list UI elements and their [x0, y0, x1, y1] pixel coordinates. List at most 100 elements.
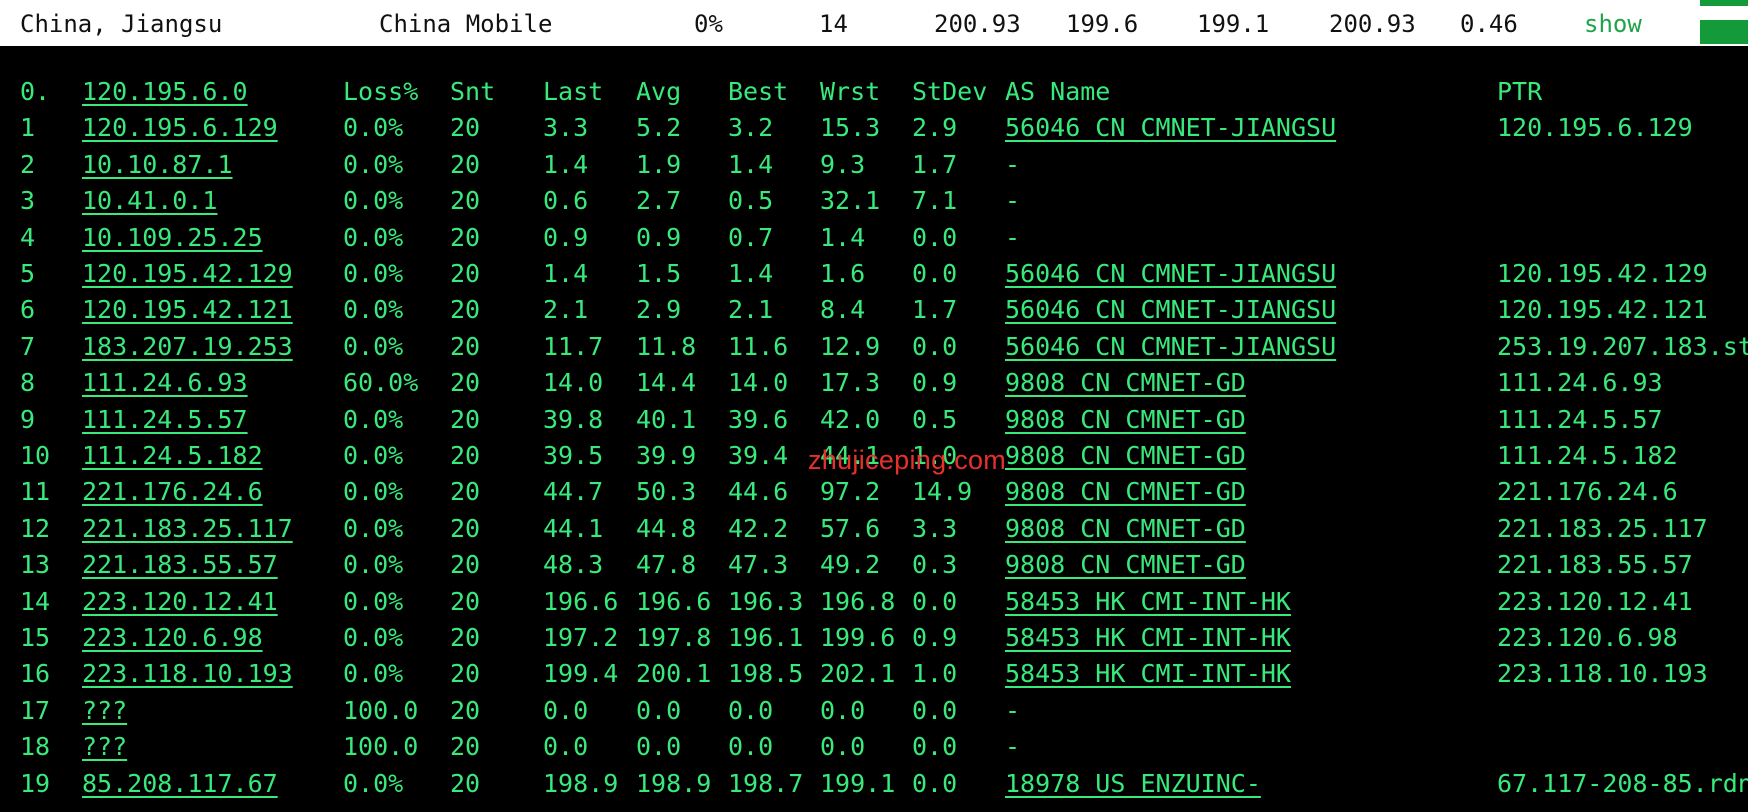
- row-loss: 0.0%: [343, 113, 404, 143]
- row-loss: 0.0%: [343, 586, 404, 616]
- header-as-name: AS Name: [1005, 77, 1111, 106]
- row-loss: 0.0%: [343, 550, 404, 580]
- row-ptr: 111.24.5.57: [1497, 404, 1663, 434]
- row-avg: 0.9: [636, 222, 682, 252]
- row-hop: 17: [20, 695, 51, 725]
- header-host[interactable]: 120.195.6.0: [82, 76, 248, 108]
- row-stdev: 7.1: [912, 186, 958, 216]
- row-wrst: 49.2: [820, 550, 881, 580]
- row-snt: 20: [450, 149, 481, 179]
- row-ptr: 120.195.42.129: [1497, 259, 1708, 288]
- row-snt: 20: [450, 295, 481, 325]
- row-as-name[interactable]: 58453 HK CMI-INT-HK: [1005, 586, 1291, 618]
- row-as-name[interactable]: 9808 CN CMNET-GD: [1005, 476, 1246, 508]
- row-as-name[interactable]: 56046 CN CMNET-JIANGSU: [1005, 112, 1336, 144]
- row-snt: 20: [450, 186, 481, 216]
- row-as-name[interactable]: 58453 HK CMI-INT-HK: [1005, 622, 1291, 654]
- row-loss: 0.0%: [343, 331, 404, 361]
- row-snt: 20: [450, 259, 481, 288]
- row-stdev: 1.7: [912, 295, 958, 325]
- row-as-name[interactable]: 9808 CN CMNET-GD: [1005, 513, 1246, 545]
- row-best: 42.2: [728, 513, 789, 543]
- row-last: 11.7: [543, 331, 604, 361]
- row-last: 48.3: [543, 550, 604, 580]
- row-avg: 1.9: [636, 149, 682, 179]
- row-best: 198.5: [728, 659, 804, 689]
- row-host[interactable]: 10.41.0.1: [82, 185, 217, 217]
- row-host[interactable]: 120.195.42.121: [82, 294, 293, 326]
- show-link[interactable]: show: [1584, 8, 1642, 40]
- row-host[interactable]: 120.195.6.129: [82, 112, 278, 144]
- row-host[interactable]: ???: [82, 731, 127, 763]
- header-last: Last: [543, 77, 604, 106]
- row-avg: 39.9: [636, 441, 697, 470]
- row-host[interactable]: 223.120.12.41: [82, 586, 278, 618]
- row-host[interactable]: 223.120.6.98: [82, 622, 263, 654]
- row-wrst: 17.3: [820, 368, 881, 398]
- row-as-name[interactable]: 9808 CN CMNET-GD: [1005, 440, 1246, 472]
- row-avg: 0.0: [636, 732, 682, 762]
- row-stdev: 2.9: [912, 113, 958, 143]
- row-wrst: 32.1: [820, 186, 881, 216]
- row-as-name[interactable]: 9808 CN CMNET-GD: [1005, 404, 1246, 436]
- row-as-name[interactable]: 9808 CN CMNET-GD: [1005, 367, 1246, 399]
- row-wrst: 0.0: [820, 695, 866, 725]
- row-host[interactable]: 111.24.5.182: [82, 440, 263, 472]
- row-stdev: 0.0: [912, 695, 958, 725]
- row-host[interactable]: 223.118.10.193: [82, 658, 293, 690]
- row-as-name: -: [1005, 186, 1021, 216]
- row-last: 39.5: [543, 441, 604, 470]
- row-wrst: 1.6: [820, 259, 866, 288]
- row-wrst: 199.6: [820, 623, 896, 652]
- row-host[interactable]: 10.109.25.25: [82, 222, 263, 254]
- row-avg: 2.9: [636, 295, 682, 325]
- row-stdev: 1.7: [912, 149, 958, 179]
- row-wrst: 42.0: [820, 404, 881, 434]
- row-wrst: 9.3: [820, 149, 866, 179]
- row-host[interactable]: 85.208.117.67: [82, 768, 278, 800]
- row-last: 3.3: [543, 113, 589, 143]
- row-loss: 0.0%: [343, 186, 404, 216]
- row-host[interactable]: 111.24.5.57: [82, 404, 248, 436]
- row-best: 1.4: [728, 149, 774, 179]
- row-avg: 1.5: [636, 259, 682, 288]
- summary-isp: China Mobile: [379, 10, 553, 38]
- summary-location: China, Jiangsu: [20, 10, 223, 38]
- row-last: 44.1: [543, 513, 604, 543]
- row-host[interactable]: ???: [82, 695, 127, 727]
- row-ptr: 120.195.42.121: [1497, 295, 1708, 325]
- row-last: 14.0: [543, 368, 604, 398]
- row-as-name[interactable]: 56046 CN CMNET-JIANGSU: [1005, 331, 1336, 363]
- summary-value-c: 199.1: [1197, 10, 1270, 38]
- row-as-name[interactable]: 56046 CN CMNET-JIANGSU: [1005, 258, 1336, 290]
- row-host[interactable]: 10.10.87.1: [82, 149, 233, 181]
- summary-loss: 0%: [694, 10, 723, 38]
- row-as-name[interactable]: 58453 HK CMI-INT-HK: [1005, 658, 1291, 690]
- row-best: 39.4: [728, 441, 789, 470]
- row-as-name[interactable]: 18978 US ENZUINC-: [1005, 768, 1261, 800]
- row-last: 199.4: [543, 659, 619, 689]
- row-best: 0.0: [728, 732, 774, 762]
- row-hop: 16: [20, 659, 51, 689]
- row-loss: 0.0%: [343, 477, 404, 507]
- row-host[interactable]: 120.195.42.129: [82, 258, 293, 290]
- row-hop: 13: [20, 550, 51, 580]
- row-stdev: 0.0: [912, 732, 958, 762]
- row-avg: 200.1: [636, 659, 712, 689]
- row-stdev: 0.3: [912, 550, 958, 580]
- row-as-name[interactable]: 9808 CN CMNET-GD: [1005, 549, 1246, 581]
- row-host[interactable]: 221.183.55.57: [82, 549, 278, 581]
- header-snt: Snt: [450, 77, 496, 106]
- row-host[interactable]: 221.183.25.117: [82, 513, 293, 545]
- row-hop: 12: [20, 513, 51, 543]
- row-host[interactable]: 221.176.24.6: [82, 476, 263, 508]
- row-wrst: 15.3: [820, 113, 881, 143]
- row-host[interactable]: 111.24.6.93: [82, 367, 248, 399]
- row-ptr: 253.19.207.183.st: [1497, 331, 1748, 361]
- row-as-name[interactable]: 56046 CN CMNET-JIANGSU: [1005, 294, 1336, 326]
- row-host[interactable]: 183.207.19.253: [82, 331, 293, 363]
- row-best: 196.1: [728, 623, 804, 652]
- row-snt: 20: [450, 768, 481, 798]
- row-hop: 9: [20, 404, 36, 434]
- row-ptr: 221.183.25.117: [1497, 513, 1708, 543]
